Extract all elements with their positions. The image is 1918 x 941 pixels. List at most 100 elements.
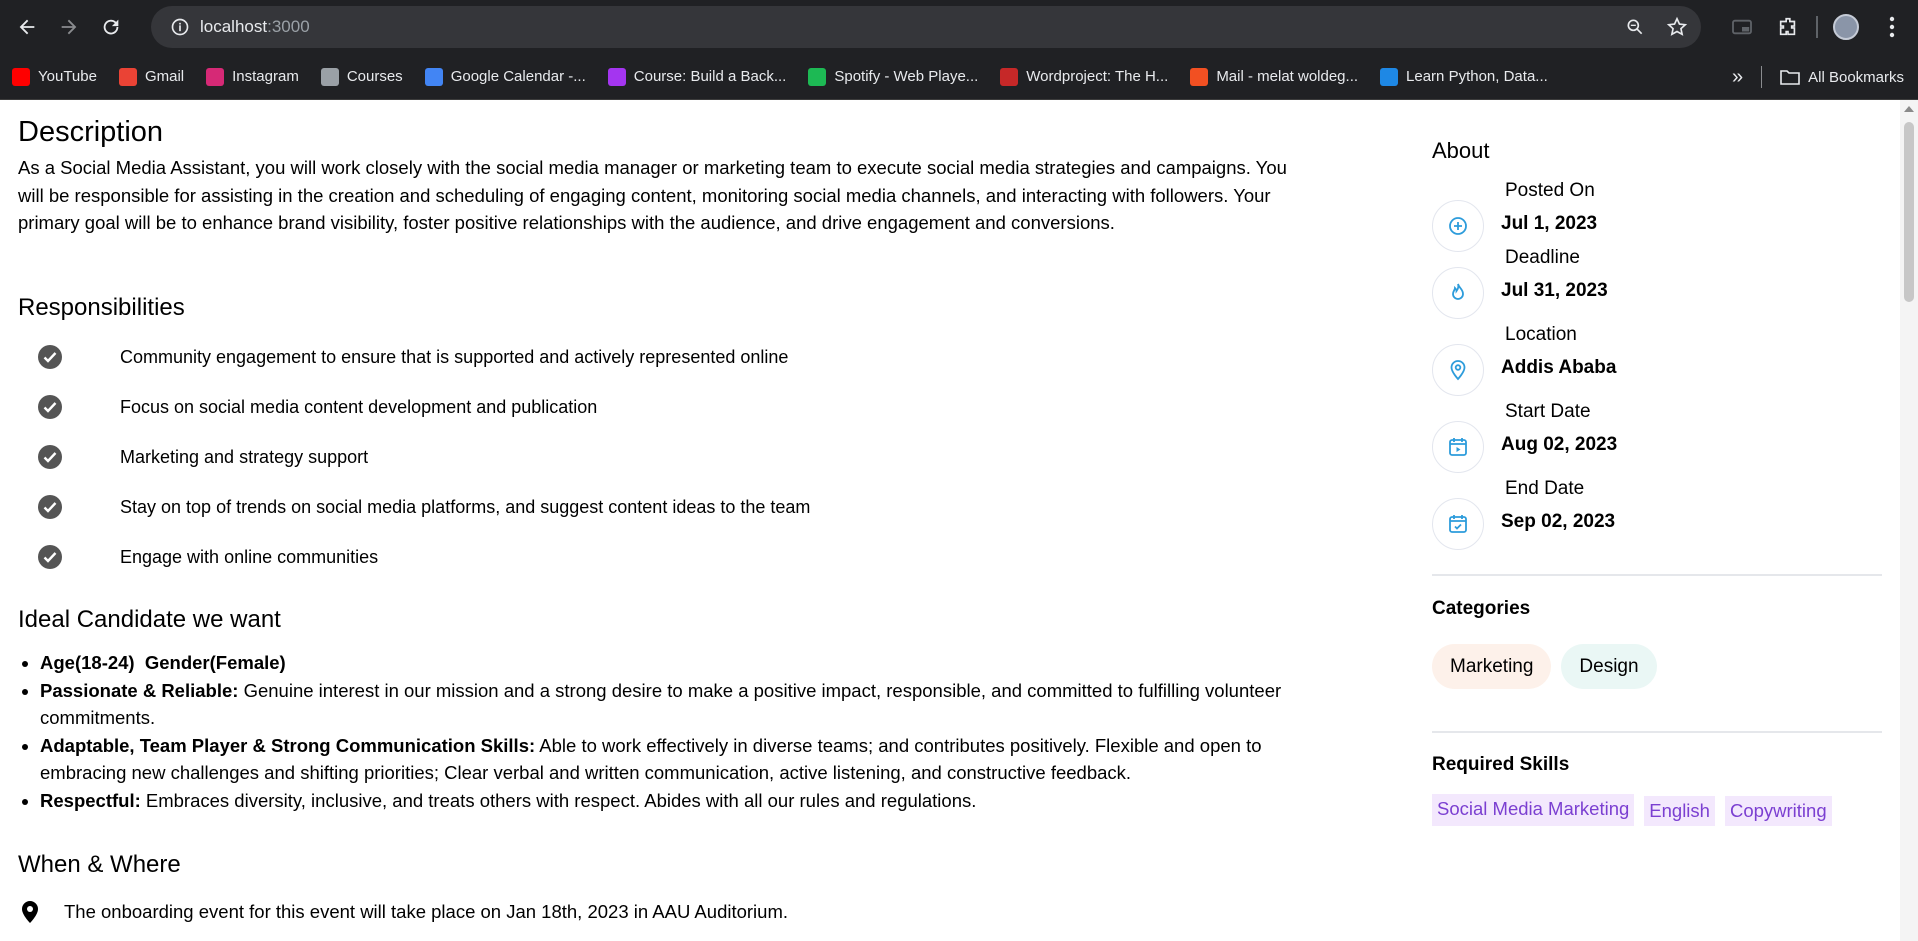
about-row: Posted On Jul 1, 2023 [1432,180,1882,254]
spotify-icon [808,67,827,86]
bookmark-item[interactable]: Mail - melat woldeg... [1190,67,1359,86]
microsoft-icon [1190,67,1209,86]
about-value: Jul 1, 2023 [1501,213,1598,234]
forward-button[interactable] [48,6,90,48]
about-value: Addis Ababa [1501,357,1617,378]
bookmarks-separator [1761,66,1763,88]
bookmark-item[interactable]: YouTube [12,67,97,86]
when-where-row: The onboarding event for this event will… [20,900,788,924]
responsibility-item: Community engagement to ensure that is s… [38,332,810,382]
categories-list: Marketing Design [1432,644,1657,689]
all-bookmarks-label: All Bookmarks [1808,68,1904,86]
extensions-icon[interactable] [1770,9,1806,45]
about-row: Location Addis Ababa [1432,324,1882,398]
category-tag[interactable]: Marketing [1432,644,1552,689]
toolbar-separator [1816,16,1818,38]
profile-avatar[interactable] [1828,9,1864,45]
reload-button[interactable] [90,6,132,48]
zoom-icon[interactable] [1621,13,1649,41]
bookmark-label: Wordproject: The H... [1026,68,1169,85]
bookmark-label: Learn Python, Data... [1406,68,1548,85]
site-info-icon[interactable] [160,7,200,47]
fire-icon [1432,267,1484,319]
bookmark-label: YouTube [38,68,97,85]
bookmark-label: Course: Build a Back... [633,68,787,85]
about-value: Aug 02, 2023 [1501,434,1618,455]
bookmark-item[interactable]: Course: Build a Back... [607,67,787,86]
bookmark-item[interactable]: Courses [320,67,403,86]
page-scrollbar[interactable] [1900,100,1918,941]
bookmark-star-icon[interactable] [1663,13,1691,41]
responsibility-item: Marketing and strategy support [38,432,810,482]
all-bookmarks-button[interactable]: All Bookmarks [1780,69,1904,86]
skill-tag[interactable]: English [1644,796,1715,826]
trait-title: Respectful: [40,789,141,811]
map-pin-icon [22,901,38,923]
divider [1432,731,1882,733]
gmail-icon [118,67,137,86]
about-row: Deadline Jul 31, 2023 [1432,247,1882,321]
about-value: Sep 02, 2023 [1501,511,1616,532]
job-detail-page: Description As a Social Media Assistant,… [0,100,1918,941]
category-tag[interactable]: Design [1561,644,1657,689]
about-label: Deadline [1505,247,1580,268]
bookmark-item[interactable]: Wordproject: The H... [1000,67,1169,86]
about-label: Location [1505,324,1577,345]
description-text: As a Social Media Assistant, you will wo… [18,157,1287,233]
bookmark-label: Spotify - Web Playe... [834,68,979,85]
cast-icon[interactable] [1724,9,1760,45]
list-item: Passionate & Reliable: Genuine interest … [40,677,1310,732]
bookmark-label: Instagram [232,68,299,85]
check-circle-icon [38,545,62,569]
ideal-candidate-heading: Ideal Candidate we want [18,606,281,633]
bookmark-label: Gmail [144,68,185,85]
skill-tag[interactable]: Social Media Marketing [1432,794,1635,826]
menu-kebab-icon[interactable] [1874,9,1910,45]
bookmark-item[interactable]: Google Calendar -... [424,67,586,86]
udemy-icon [607,67,626,86]
calendar-icon [424,67,443,86]
description-heading: Description [18,116,164,148]
scrollbar-thumb[interactable] [1904,122,1914,302]
bookmark-item[interactable]: Instagram [206,67,299,86]
list-item: Age(18-24) Gender(Female) [40,649,1310,677]
bookmark-label: Google Calendar -... [450,68,586,85]
address-bar[interactable]: localhost:3000 [151,6,1701,48]
about-label: Posted On [1505,180,1595,201]
browser-toolbar: localhost:3000 [0,0,1918,54]
bookmark-label: Mail - melat woldeg... [1216,68,1359,85]
check-circle-icon [38,345,62,369]
about-label: End Date [1505,478,1585,499]
calendar-check-icon [1432,498,1484,550]
responsibility-text: Stay on top of trends on social media pl… [120,496,811,517]
responsibility-text: Engage with online communities [120,546,379,567]
trait-text: Embraces diversity, inclusive, and treat… [140,789,977,811]
bookmark-item[interactable]: Spotify - Web Playe... [808,67,979,86]
about-row: End Date Sep 02, 2023 [1432,478,1882,552]
forward-arrow-icon [61,19,77,35]
when-where-text: The onboarding event for this event will… [64,901,789,922]
wordproject-icon [1000,67,1019,86]
categories-heading: Categories [1432,598,1531,619]
rocket-icon [320,67,339,86]
chevron-double-right-icon[interactable]: » [1732,66,1743,89]
about-row: Start Date Aug 02, 2023 [1432,401,1882,475]
responsibility-text: Community engagement to ensure that is s… [120,346,789,367]
responsibility-text: Marketing and strategy support [120,446,369,467]
responsibilities-heading: Responsibilities [18,294,185,321]
bookmark-item[interactable]: Gmail [118,67,185,86]
bookmark-label: Courses [346,68,403,85]
bookmark-item[interactable]: Learn Python, Data... [1380,67,1548,86]
required-skills-heading: Required Skills [1432,754,1570,775]
scroll-up-arrow-icon[interactable] [1904,106,1914,112]
responsibility-item: Engage with online communities [38,532,810,582]
plus-circle-icon [1432,200,1484,252]
url-text[interactable]: localhost:3000 [200,17,310,37]
skill-tag[interactable]: Copywriting [1724,796,1832,826]
skills-list: Social Media Marketing English Copywriting [1432,794,1832,826]
youtube-icon [12,67,30,86]
back-button[interactable] [6,6,48,48]
when-where-heading: When & Where [18,851,181,878]
location-pin-icon [1432,344,1484,396]
about-heading: About [1432,138,1490,163]
